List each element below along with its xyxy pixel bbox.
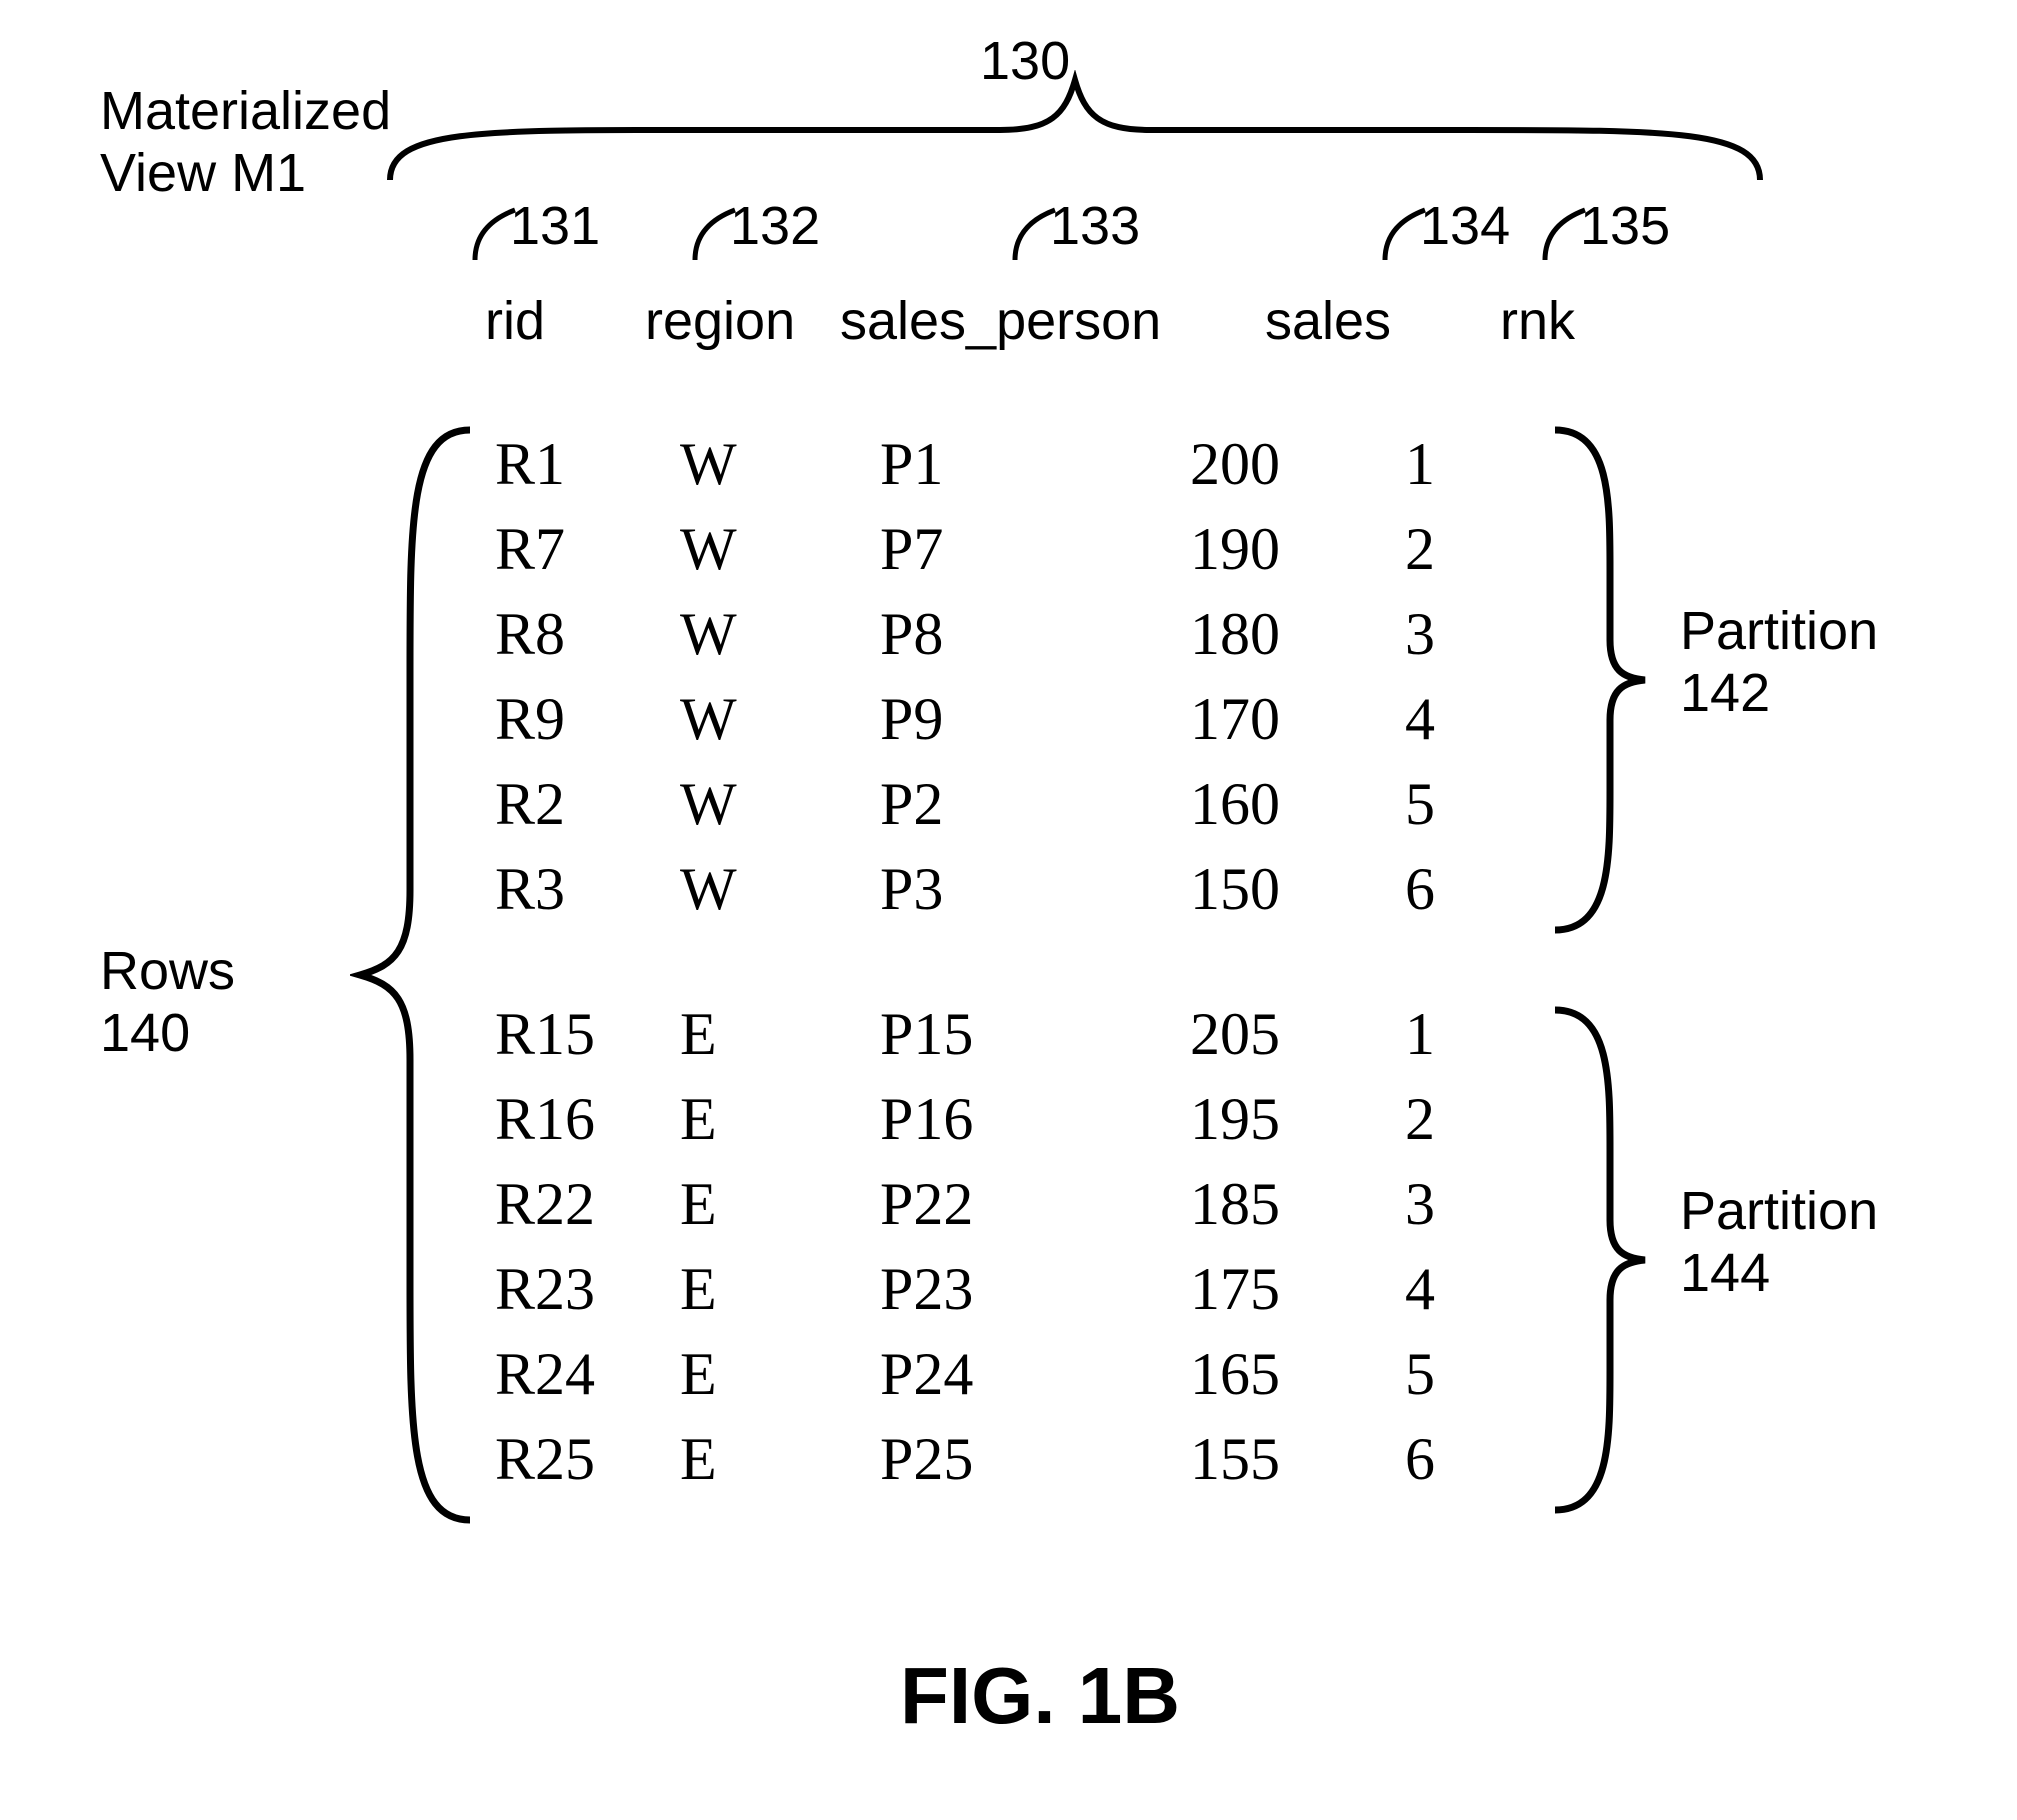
cell-sales: 180 [1190, 600, 1405, 669]
partition-142-brace-icon [1545, 420, 1655, 940]
cell-sales: 185 [1190, 1170, 1405, 1239]
table-row: R22EP221853 [495, 1170, 1485, 1255]
rows-label: Rows 140 [100, 940, 235, 1064]
cell-sales-person: P16 [880, 1085, 1190, 1154]
cell-rnk: 5 [1405, 1340, 1485, 1409]
cell-sales-person: P2 [880, 770, 1190, 839]
cell-rid: R8 [495, 600, 680, 669]
cell-sales: 205 [1190, 1000, 1405, 1069]
cell-region: W [680, 600, 880, 669]
cell-rnk: 2 [1405, 1085, 1485, 1154]
cell-rid: R24 [495, 1340, 680, 1409]
table-row: R9WP91704 [495, 685, 1485, 770]
header-sales-person: sales_person [840, 290, 1161, 352]
cell-sales: 190 [1190, 515, 1405, 584]
cell-sales-person: P22 [880, 1170, 1190, 1239]
table-row: R15EP152051 [495, 1000, 1485, 1085]
cell-rid: R16 [495, 1085, 680, 1154]
cell-rid: R1 [495, 430, 680, 499]
col-ref-133: 133 [1050, 195, 1140, 257]
figure-1b: { "title_line1": "Materialized", "title_… [0, 0, 2017, 1820]
cell-sales-person: P25 [880, 1425, 1190, 1494]
cell-region: E [680, 1255, 880, 1324]
cell-sales-person: P7 [880, 515, 1190, 584]
cell-rnk: 3 [1405, 1170, 1485, 1239]
cell-region: W [680, 770, 880, 839]
cell-rid: R9 [495, 685, 680, 754]
cell-sales-person: P23 [880, 1255, 1190, 1324]
cell-sales-person: P1 [880, 430, 1190, 499]
table-row: R8WP81803 [495, 600, 1485, 685]
top-brace-icon [380, 70, 1770, 190]
partition-144-label: Partition 144 [1680, 1180, 1878, 1304]
header-rid: rid [485, 290, 545, 352]
col-ref-131: 131 [510, 195, 600, 257]
partition-142-label: Partition 142 [1680, 600, 1878, 724]
cell-region: E [680, 1085, 880, 1154]
rows-brace-icon [350, 420, 480, 1530]
cell-sales-person: P8 [880, 600, 1190, 669]
cell-rnk: 6 [1405, 1425, 1485, 1494]
cell-sales: 150 [1190, 855, 1405, 924]
cell-region: W [680, 515, 880, 584]
table-row: R16EP161952 [495, 1085, 1485, 1170]
header-region: region [645, 290, 795, 352]
cell-sales-person: P15 [880, 1000, 1190, 1069]
col-ref-132: 132 [730, 195, 820, 257]
cell-rnk: 5 [1405, 770, 1485, 839]
cell-sales-person: P24 [880, 1340, 1190, 1409]
cell-region: W [680, 855, 880, 924]
view-title: Materialized View M1 [100, 80, 391, 204]
title-line1: Materialized [100, 81, 391, 141]
col-ref-134: 134 [1420, 195, 1510, 257]
header-sales: sales [1265, 290, 1391, 352]
cell-rid: R22 [495, 1170, 680, 1239]
cell-rid: R7 [495, 515, 680, 584]
cell-rid: R15 [495, 1000, 680, 1069]
cell-rid: R23 [495, 1255, 680, 1324]
cell-rnk: 1 [1405, 430, 1485, 499]
cell-sales: 195 [1190, 1085, 1405, 1154]
table-row: R25EP251556 [495, 1425, 1485, 1510]
table-row: R2WP21605 [495, 770, 1485, 855]
cell-region: E [680, 1340, 880, 1409]
figure-caption: FIG. 1B [900, 1650, 1180, 1742]
cell-sales-person: P3 [880, 855, 1190, 924]
cell-sales: 170 [1190, 685, 1405, 754]
cell-sales: 155 [1190, 1425, 1405, 1494]
cell-sales: 160 [1190, 770, 1405, 839]
cell-rid: R3 [495, 855, 680, 924]
cell-rnk: 3 [1405, 600, 1485, 669]
cell-region: W [680, 685, 880, 754]
table-row: R7WP71902 [495, 515, 1485, 600]
header-rnk: rnk [1500, 290, 1575, 352]
cell-region: E [680, 1170, 880, 1239]
title-line2: View M1 [100, 143, 306, 203]
table-row: R3WP31506 [495, 855, 1485, 940]
cell-region: W [680, 430, 880, 499]
cell-rid: R2 [495, 770, 680, 839]
cell-sales: 175 [1190, 1255, 1405, 1324]
cell-rnk: 4 [1405, 1255, 1485, 1324]
cell-rnk: 6 [1405, 855, 1485, 924]
cell-rid: R25 [495, 1425, 680, 1494]
cell-region: E [680, 1425, 880, 1494]
cell-sales: 165 [1190, 1340, 1405, 1409]
cell-region: E [680, 1000, 880, 1069]
table-row: R24EP241655 [495, 1340, 1485, 1425]
cell-sales: 200 [1190, 430, 1405, 499]
data-table: R1WP12001R7WP71902R8WP81803R9WP91704R2WP… [495, 430, 1485, 1510]
table-row: R1WP12001 [495, 430, 1485, 515]
cell-sales-person: P9 [880, 685, 1190, 754]
table-row: R23EP231754 [495, 1255, 1485, 1340]
cell-rnk: 2 [1405, 515, 1485, 584]
col-ref-135: 135 [1580, 195, 1670, 257]
partition-144-brace-icon [1545, 1000, 1655, 1520]
cell-rnk: 1 [1405, 1000, 1485, 1069]
cell-rnk: 4 [1405, 685, 1485, 754]
